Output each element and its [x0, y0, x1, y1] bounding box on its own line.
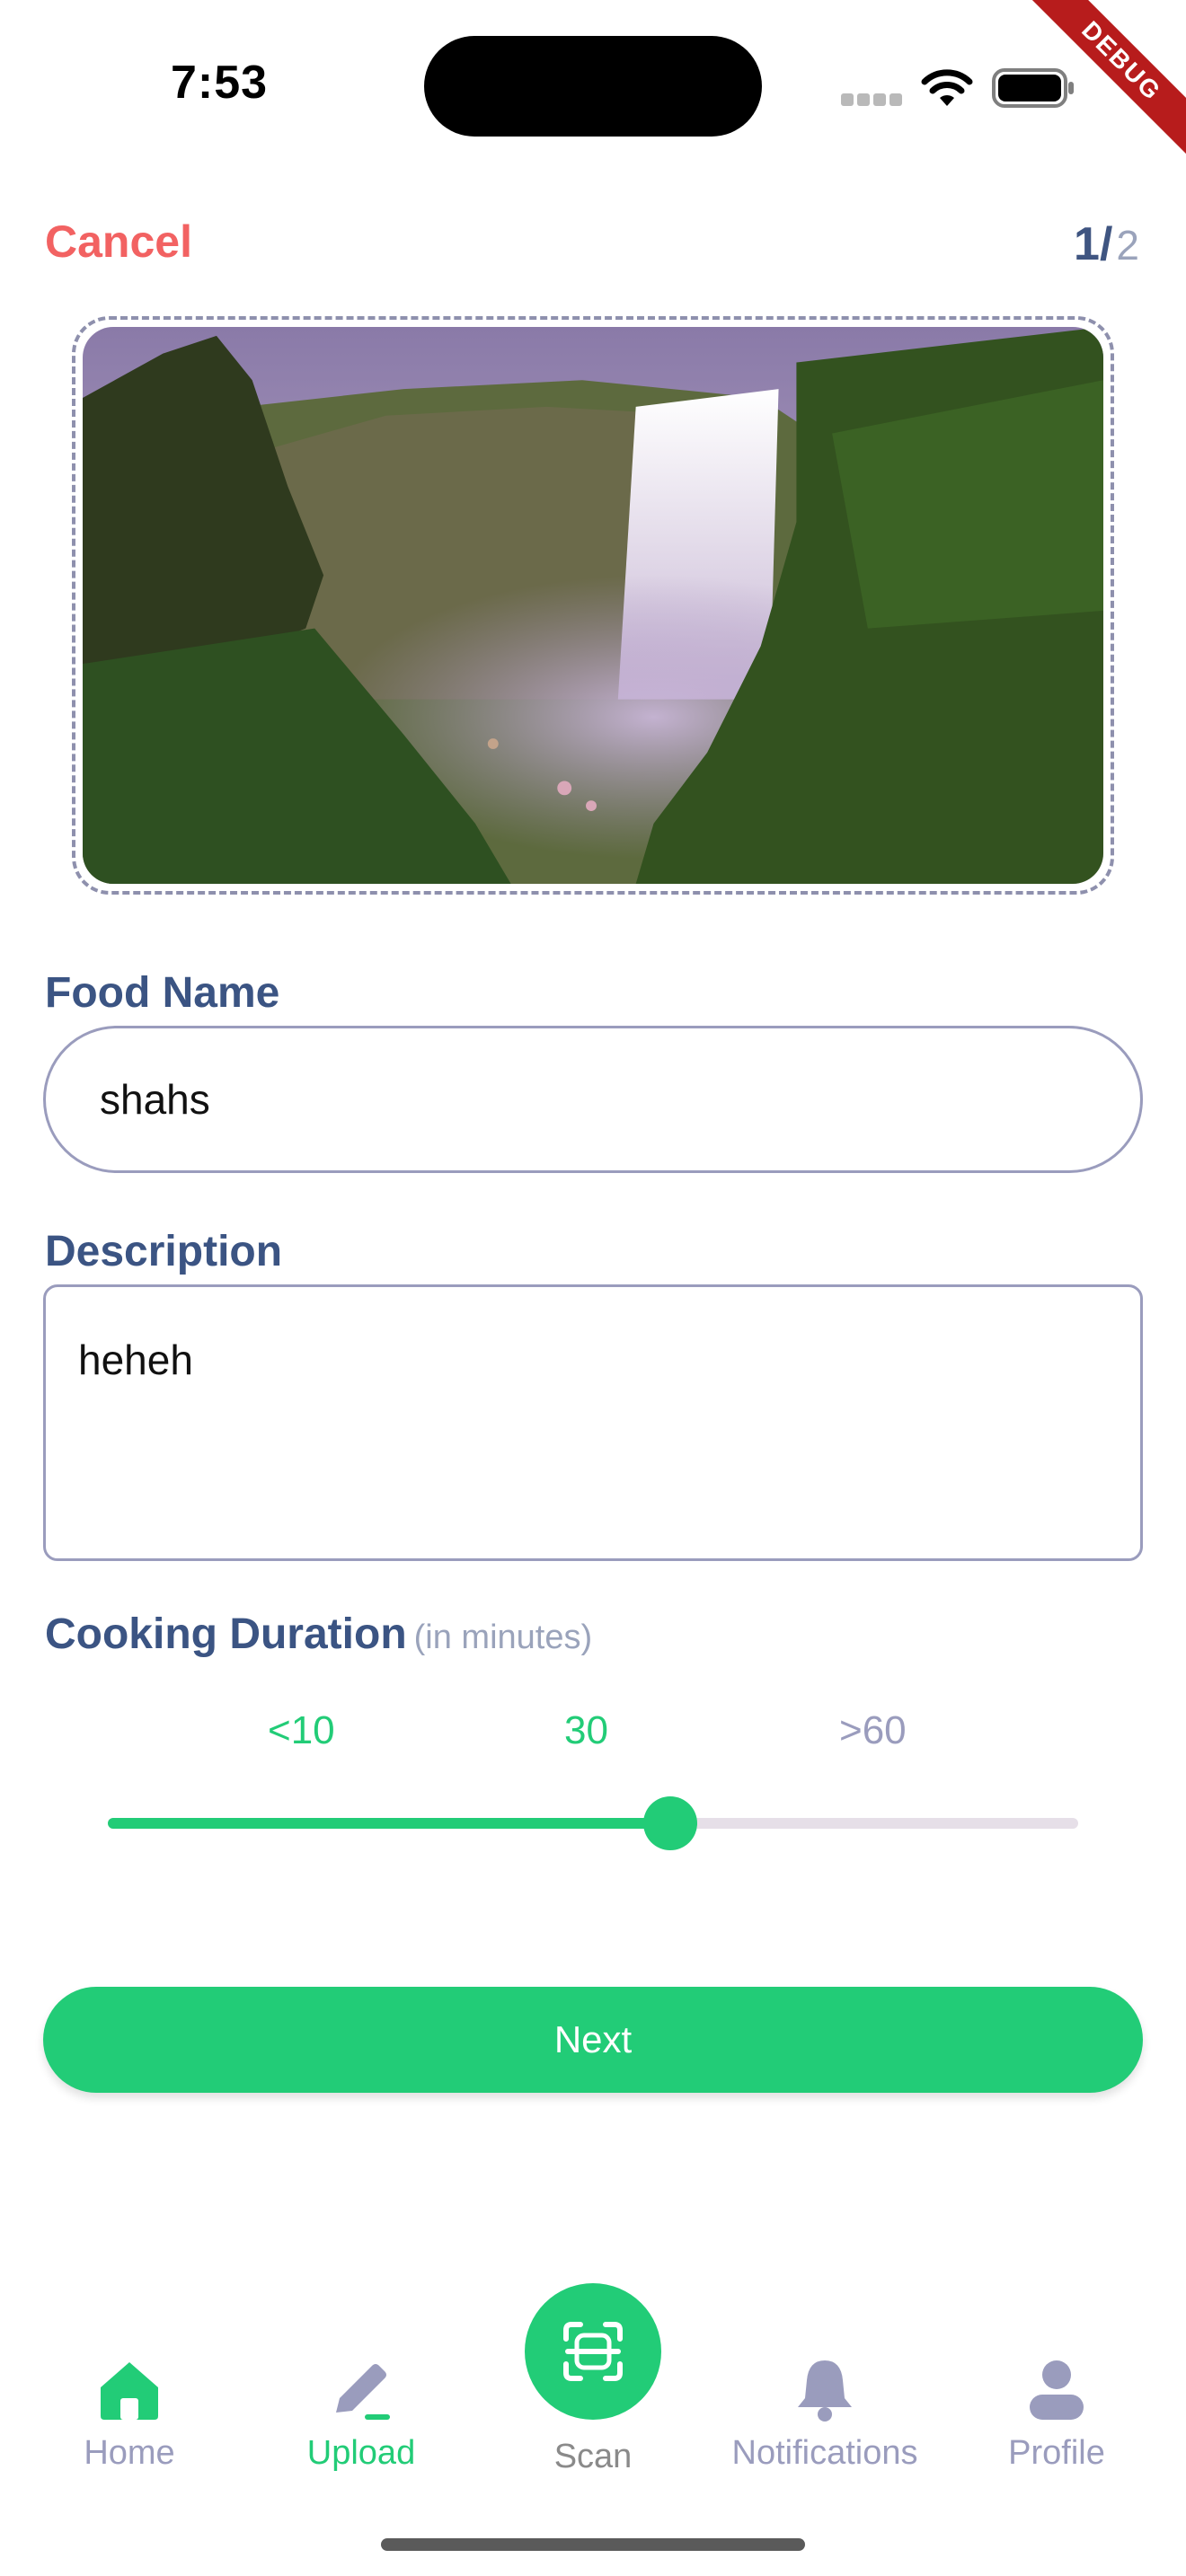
- cooking-duration-label: Cooking Duration (in minutes): [45, 1610, 592, 1659]
- next-button[interactable]: Next: [43, 1987, 1143, 2093]
- dynamic-island: [424, 36, 762, 137]
- debug-banner: DEBUG: [1006, 0, 1186, 180]
- cellular-signal-icon: [841, 93, 902, 106]
- step-total: 2: [1116, 222, 1139, 269]
- food-name-label: Food Name: [45, 969, 280, 1017]
- nav-profile[interactable]: Profile: [958, 2353, 1155, 2473]
- description-input[interactable]: heheh: [43, 1284, 1143, 1561]
- step-current: 1/: [1074, 218, 1113, 270]
- food-image: [83, 327, 1103, 884]
- slider-tick-min: <10: [268, 1708, 335, 1752]
- wifi-icon: [921, 69, 973, 106]
- nav-home-label: Home: [84, 2434, 175, 2472]
- nav-home[interactable]: Home: [31, 2353, 228, 2473]
- scan-button[interactable]: [525, 2283, 661, 2420]
- cooking-duration-hint: (in minutes): [413, 1619, 593, 1656]
- food-name-input[interactable]: shahs: [43, 1026, 1143, 1173]
- food-image-picker[interactable]: [72, 316, 1114, 895]
- description-label: Description: [45, 1228, 283, 1275]
- nav-notifications[interactable]: Notifications: [726, 2353, 924, 2473]
- bell-icon: [798, 2360, 852, 2422]
- home-icon: [101, 2362, 158, 2420]
- slider-fill: [108, 1818, 671, 1829]
- step-indicator: 1/2: [1074, 217, 1139, 271]
- pencil-icon: [336, 2364, 390, 2420]
- cooking-duration-title: Cooking Duration: [45, 1610, 407, 1658]
- nav-scan-label: Scan: [553, 2438, 633, 2475]
- nav-profile-label: Profile: [1008, 2434, 1105, 2472]
- nav-upload-label: Upload: [306, 2434, 416, 2472]
- scan-icon: [563, 2322, 623, 2381]
- nav-notifications-label: Notifications: [731, 2434, 918, 2472]
- person-icon: [1030, 2360, 1084, 2420]
- slider-tick-mid: 30: [564, 1708, 608, 1752]
- cooking-duration-slider[interactable]: [108, 1796, 1078, 1850]
- slider-tick-max: >60: [839, 1708, 907, 1752]
- status-time: 7:53: [171, 57, 269, 109]
- nav-upload[interactable]: Upload: [262, 2353, 460, 2473]
- slider-thumb[interactable]: [643, 1796, 698, 1850]
- home-indicator: [381, 2538, 805, 2551]
- cancel-button[interactable]: Cancel: [45, 216, 192, 268]
